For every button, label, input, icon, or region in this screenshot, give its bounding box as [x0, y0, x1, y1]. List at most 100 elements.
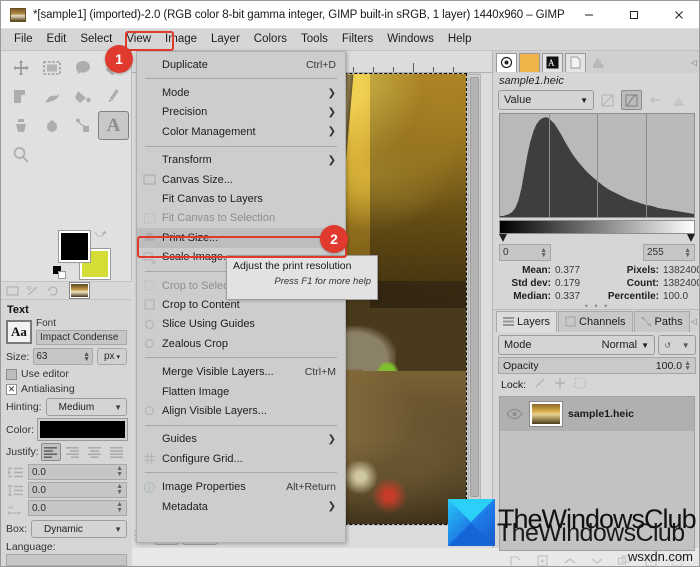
tab-tool-options-icon[interactable] [496, 52, 517, 72]
tab-channels[interactable]: Channels [558, 310, 633, 332]
text-color-button[interactable] [37, 418, 128, 441]
undo-history-icon[interactable] [44, 283, 61, 298]
image-thumbnail[interactable] [69, 282, 90, 299]
histogram-channel-select[interactable]: Value ▼ [498, 90, 594, 110]
layer-mode-select[interactable]: Mode Normal ▼ [498, 335, 655, 355]
menu-item-color-management[interactable]: Color Management ❯ [137, 122, 345, 141]
brush-pattern-icon[interactable] [24, 283, 41, 298]
eye-icon[interactable] [504, 408, 524, 420]
line-spacing-input[interactable]: 0.0 ▲ ▼ [28, 482, 127, 498]
menu-item-merge-visible-layers[interactable]: Merge Visible Layers... Ctrl+M [137, 362, 345, 381]
free-select-tool-icon[interactable] [67, 53, 98, 82]
range-low-spinner-icon[interactable]: ▲ ▼ [540, 247, 547, 259]
raise-layer-icon[interactable] [563, 554, 577, 567]
zoom-tool-icon[interactable] [5, 140, 36, 169]
mode-reset-icon[interactable]: ↺ [664, 341, 671, 350]
device-status-icon[interactable] [4, 283, 21, 298]
antialiasing-checkbox[interactable]: ✕ [6, 383, 17, 395]
tab-layers[interactable]: Layers [496, 310, 558, 332]
menu-item-flatten-image[interactable]: Flatten Image [137, 382, 345, 401]
menu-item-duplicate[interactable]: Duplicate Ctrl+D [137, 55, 345, 74]
menu-item-align-visible-layers[interactable]: Align Visible Layers... [137, 401, 345, 420]
canvas-vertical-scrollbar[interactable] [468, 74, 481, 526]
lock-pixels-icon[interactable] [534, 377, 546, 392]
menu-tools[interactable]: Tools [294, 31, 335, 48]
layers-dock-menu-button[interactable]: ◁ [691, 317, 697, 326]
use-editor-checkbox[interactable] [6, 368, 17, 380]
default-colors-icon[interactable] [53, 266, 67, 280]
tab-histogram-icon[interactable] [588, 53, 609, 72]
clone-tool-icon[interactable] [5, 111, 36, 140]
paths-tool-icon[interactable] [67, 111, 98, 140]
chevron-down-icon[interactable]: ▼ [682, 341, 690, 350]
lower-layer-icon[interactable] [590, 554, 604, 567]
use-editor-row[interactable]: Use editor [6, 368, 127, 380]
smudge-tool-icon[interactable] [36, 82, 67, 111]
move-tool-icon[interactable] [5, 53, 36, 82]
menu-item-configure-grid[interactable]: Configure Grid... [137, 449, 345, 468]
menu-item-canvas-size[interactable]: Canvas Size... [137, 170, 345, 189]
menu-help[interactable]: Help [441, 31, 479, 48]
rectangle-select-tool-icon[interactable] [36, 53, 67, 82]
paintbrush-tool-icon[interactable] [98, 82, 129, 111]
tab-document-history-icon[interactable] [565, 52, 586, 72]
text-tool-icon[interactable]: A [98, 111, 129, 140]
justify-fill-button[interactable] [107, 443, 127, 461]
menu-item-fit-canvas-to-layers[interactable]: Fit Canvas to Layers [137, 189, 345, 208]
menu-item-transform[interactable]: Transform ❯ [137, 151, 345, 170]
menu-item-precision[interactable]: Precision ❯ [137, 103, 345, 122]
opacity-spinner-icon[interactable]: ▲ ▼ [684, 360, 691, 372]
menu-item-zealous-crop[interactable]: Zealous Crop [137, 334, 345, 353]
indent-spinner-icon[interactable]: ▲ ▼ [116, 465, 123, 478]
histogram-range-handles[interactable] [499, 234, 695, 243]
font-value[interactable]: Impact Condense [36, 330, 127, 345]
menu-item-mode[interactable]: Mode ❯ [137, 83, 345, 102]
menu-item-guides[interactable]: Guides ❯ [137, 430, 345, 449]
layer-opacity-row[interactable]: Opacity 100.0 ▲ ▼ [498, 357, 696, 374]
size-spinner-icon[interactable]: ▲ ▼ [83, 351, 90, 363]
menu-item-print-size[interactable]: Print Size... [137, 228, 345, 248]
menu-item-slice-using-guides[interactable]: Slice Using Guides [137, 315, 345, 334]
histogram-zoom-out-button[interactable] [645, 90, 666, 110]
blur-tool-icon[interactable] [36, 111, 67, 140]
dock-menu-button[interactable]: ◁ [691, 58, 697, 67]
histogram-logarithmic-button[interactable] [621, 90, 642, 110]
minimize-button[interactable] [566, 1, 611, 29]
swap-colors-icon[interactable]: ⤻ [95, 228, 107, 241]
letter-spacing-spinner-icon[interactable]: ▲ ▼ [116, 501, 123, 514]
close-button[interactable] [656, 1, 699, 29]
menu-item-image-properties[interactable]: Image Properties Alt+Return [137, 477, 345, 496]
perspective-clone-tool-icon[interactable] [5, 82, 36, 111]
hinting-select[interactable]: Medium ▼ [45, 398, 127, 416]
menu-edit[interactable]: Edit [40, 31, 74, 48]
language-input[interactable] [6, 554, 127, 566]
antialiasing-row[interactable]: ✕ Antialiasing [6, 383, 127, 395]
menu-image[interactable]: Image [158, 31, 205, 48]
layer-row[interactable]: sample1.heic [500, 397, 694, 431]
indent-input[interactable]: 0.0 ▲ ▼ [28, 464, 127, 480]
bucket-fill-tool-icon[interactable] [67, 82, 98, 111]
lock-position-icon[interactable] [554, 377, 566, 392]
foreground-color-swatch[interactable] [58, 230, 91, 263]
histogram-linear-button[interactable] [597, 90, 618, 110]
range-high-spinner-icon[interactable]: ▲ ▼ [684, 247, 691, 259]
histogram-reset-button[interactable] [669, 90, 690, 110]
maximize-button[interactable] [611, 1, 656, 29]
menu-colors[interactable]: Colors [247, 31, 294, 48]
justify-left-button[interactable] [40, 443, 61, 461]
justify-center-button[interactable] [85, 443, 105, 461]
box-select[interactable]: Dynamic ▼ [31, 520, 127, 538]
new-layer-icon[interactable] [509, 554, 523, 567]
menu-layer[interactable]: Layer [204, 31, 247, 48]
menu-file[interactable]: File [7, 31, 40, 48]
lock-alpha-icon[interactable] [574, 377, 586, 392]
line-spacing-spinner-icon[interactable]: ▲ ▼ [116, 483, 123, 496]
menu-item-metadata[interactable]: Metadata ❯ [137, 497, 345, 516]
justify-right-button[interactable] [63, 443, 83, 461]
duplicate-layer-icon[interactable] [536, 554, 550, 566]
letter-spacing-input[interactable]: 0.0 ▲ ▼ [28, 500, 127, 516]
tab-fonts-icon[interactable]: A [542, 52, 563, 72]
layer-mode-extra-buttons[interactable]: ↺ ▼ [658, 335, 696, 355]
histogram-range-low-input[interactable]: 0 ▲ ▼ [499, 244, 551, 261]
tab-fg-bg-color-icon[interactable] [519, 52, 540, 72]
